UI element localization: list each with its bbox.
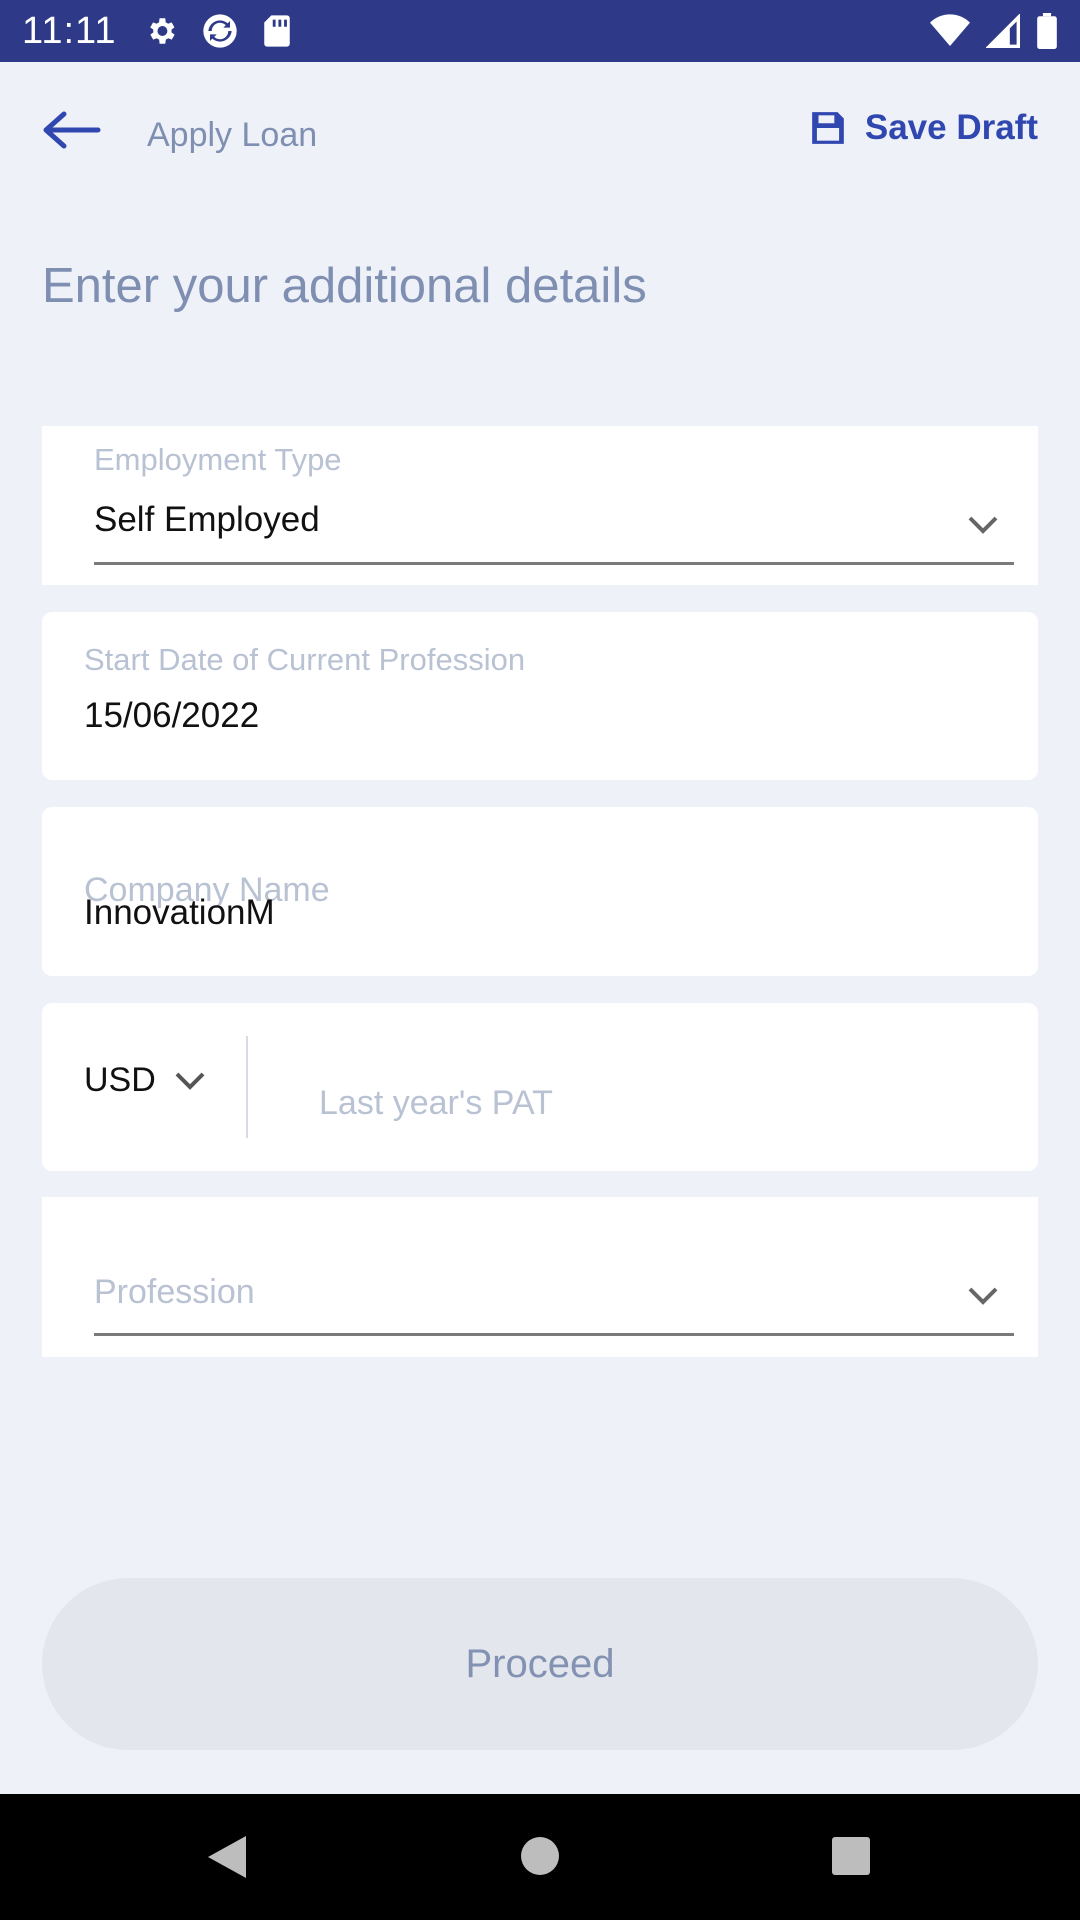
save-draft-button[interactable]: Save Draft [809, 108, 1038, 148]
employment-type-value: Self Employed [94, 500, 320, 539]
back-button[interactable] [40, 110, 110, 160]
start-date-value: 15/06/2022 [84, 696, 260, 735]
home-nav-icon[interactable] [520, 1836, 560, 1876]
wifi-icon [930, 14, 970, 48]
currency-selector[interactable]: USD [84, 1061, 206, 1100]
status-time: 11:11 [22, 9, 117, 52]
profession-dropdown[interactable]: Profession [42, 1197, 1038, 1357]
status-bar: 11:11 [0, 0, 1080, 62]
chevron-down-icon[interactable] [966, 1285, 1000, 1307]
arrow-left-icon [43, 111, 101, 149]
save-icon [812, 112, 844, 144]
company-name-field[interactable]: Company Name InnovationM [42, 807, 1038, 976]
app-bar: Apply Loan Save Draft [0, 62, 1080, 212]
section-title: Enter your additional details [42, 259, 647, 313]
battery-icon [1036, 13, 1058, 49]
employment-type-label: Employment Type [94, 442, 342, 477]
sd-card-icon [262, 14, 292, 48]
recents-nav-icon[interactable] [831, 1836, 871, 1876]
employment-type-dropdown[interactable]: Employment Type Self Employed [42, 426, 1038, 585]
pat-input[interactable] [317, 1083, 997, 1124]
start-date-label: Start Date of Current Profession [84, 642, 526, 677]
start-date-field[interactable]: Start Date of Current Profession 15/06/2… [42, 612, 1038, 780]
chevron-down-icon [175, 1072, 205, 1090]
save-draft-label: Save Draft [864, 108, 1038, 147]
page-title: Apply Loan [147, 116, 318, 154]
sync-icon [200, 11, 240, 51]
navigation-bar [0, 1794, 1080, 1920]
gear-icon [144, 14, 178, 48]
proceed-label: Proceed [465, 1641, 615, 1686]
signal-icon [986, 14, 1020, 48]
back-nav-icon[interactable] [206, 1834, 248, 1880]
proceed-button[interactable]: Proceed [42, 1578, 1038, 1750]
profession-underline [94, 1333, 1014, 1336]
profession-placeholder: Profession [94, 1273, 255, 1311]
currency-value: USD [84, 1061, 156, 1099]
employment-type-underline [94, 562, 1014, 565]
currency-divider [246, 1036, 248, 1138]
company-name-value: InnovationM [84, 893, 275, 932]
pat-field: USD [42, 1003, 1038, 1171]
chevron-down-icon[interactable] [966, 514, 1000, 536]
